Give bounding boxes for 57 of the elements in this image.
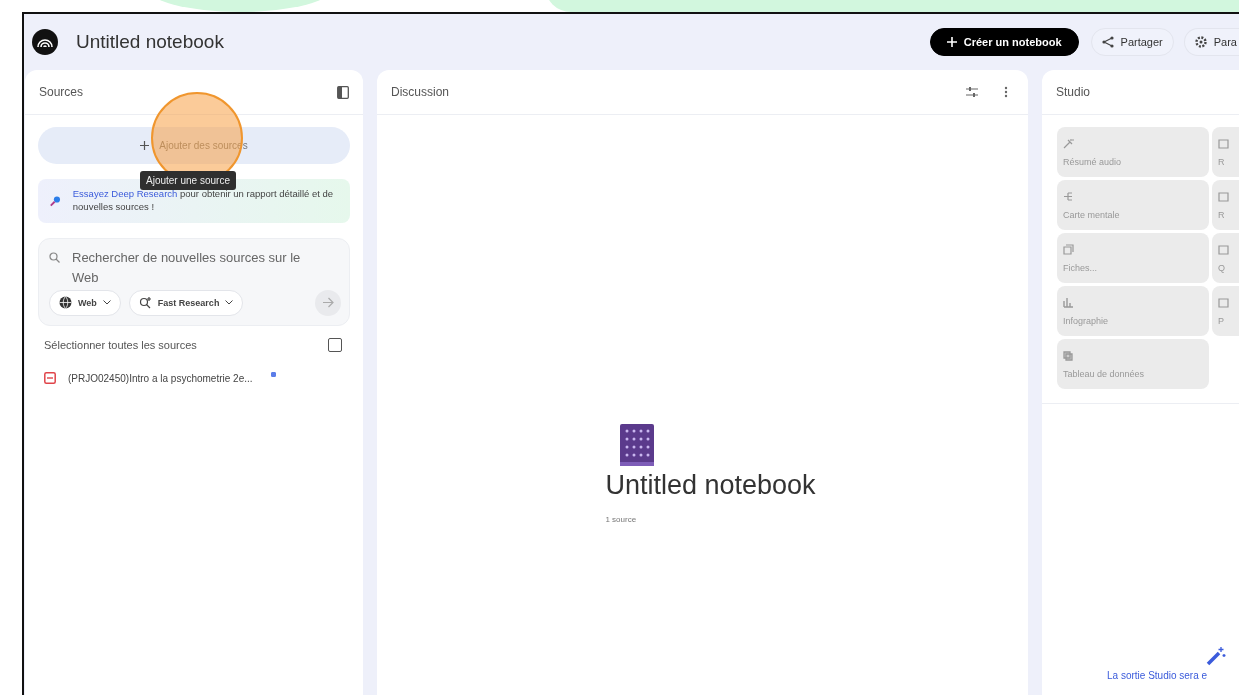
studio-tile[interactable]: Tableau de données bbox=[1057, 339, 1209, 389]
studio-tile[interactable]: Carte mentale bbox=[1057, 180, 1209, 230]
sparkle-icon bbox=[1063, 137, 1074, 149]
create-notebook-button[interactable]: Créer un notebook bbox=[929, 28, 1079, 56]
source-name[interactable]: (PRJO02450)Intro a la psychometrie 2e... bbox=[68, 372, 253, 384]
studio-tile[interactable]: R bbox=[1212, 127, 1239, 177]
logo-icon bbox=[32, 29, 58, 55]
studio-tile[interactable]: P bbox=[1212, 286, 1239, 336]
pdf-icon bbox=[44, 372, 56, 385]
research-icon bbox=[138, 296, 152, 310]
promo-text: Essayez Deep Research pour obtenir un rapport détaillé et de nouvelles sources ! bbox=[72, 188, 335, 214]
gear-icon bbox=[1194, 36, 1207, 48]
plus-icon bbox=[140, 141, 150, 150]
share-button[interactable]: Partager bbox=[1090, 28, 1174, 56]
table-icon bbox=[1063, 349, 1074, 361]
mind-map-icon bbox=[1063, 190, 1074, 202]
plus-icon bbox=[946, 37, 957, 47]
settings-button[interactable]: Para bbox=[1183, 28, 1239, 56]
deep-research-link[interactable]: Essayez Deep Research bbox=[72, 188, 178, 199]
select-all-label: Sélectionner toutes les sources bbox=[44, 338, 197, 351]
more-options-icon[interactable] bbox=[1004, 86, 1008, 98]
search-field[interactable]: Rechercher de nouvelles sources sur le Web bbox=[72, 247, 311, 288]
caret-icon bbox=[102, 300, 111, 306]
studio-output-note: La sortie Studio sera e bbox=[1107, 670, 1208, 681]
studio-tile[interactable]: Résumé audio bbox=[1057, 127, 1209, 177]
source-count: 1 source bbox=[605, 515, 637, 524]
magic-wand-icon bbox=[1206, 646, 1226, 666]
square-icon bbox=[1218, 190, 1229, 202]
panel-title: Discussion bbox=[391, 85, 450, 99]
web-search-box[interactable]: Rechercher de nouvelles sources sur le Web Web Fast Research bbox=[38, 237, 350, 326]
studio-tile[interactable]: Q bbox=[1212, 233, 1239, 283]
magnifier-icon bbox=[50, 193, 61, 208]
select-all-checkbox[interactable] bbox=[328, 337, 342, 352]
studio-tile[interactable]: R bbox=[1212, 180, 1239, 230]
square-icon bbox=[1218, 296, 1229, 308]
square-icon bbox=[1218, 137, 1229, 149]
tooltip: Ajouter une source bbox=[140, 171, 236, 190]
panel-title: Sources bbox=[39, 85, 84, 99]
arrow-right-icon bbox=[322, 297, 334, 309]
square-icon bbox=[1218, 243, 1229, 255]
studio-tile[interactable]: Infographie bbox=[1057, 286, 1209, 336]
cards-icon bbox=[1063, 243, 1074, 255]
notebook-icon bbox=[620, 424, 655, 466]
web-dropdown[interactable]: Web bbox=[49, 289, 121, 316]
studio-tile[interactable]: Fiches... bbox=[1057, 233, 1209, 283]
notebook-heading: Untitled notebook bbox=[605, 470, 816, 501]
collapse-panel-icon[interactable] bbox=[337, 85, 349, 99]
caret-icon bbox=[225, 300, 234, 306]
notebook-title: Untitled notebook bbox=[76, 31, 225, 53]
share-icon bbox=[1101, 36, 1114, 48]
source-check[interactable] bbox=[270, 371, 276, 377]
research-mode-dropdown[interactable]: Fast Research bbox=[128, 289, 244, 316]
bar-chart-icon bbox=[1063, 296, 1074, 308]
settings-sliders-icon[interactable] bbox=[966, 86, 978, 98]
panel-title: Studio bbox=[1056, 85, 1091, 99]
search-icon bbox=[49, 251, 60, 263]
globe-icon bbox=[59, 296, 72, 310]
